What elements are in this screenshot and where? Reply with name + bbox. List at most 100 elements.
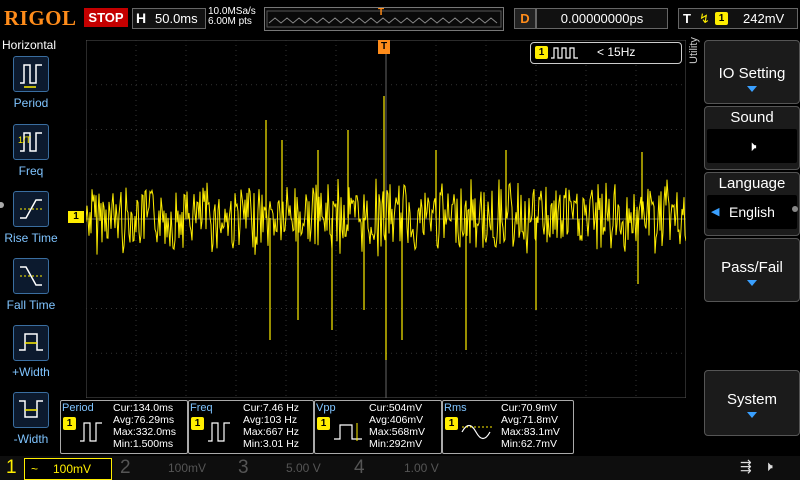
measurement-min: Min:1.500ms (113, 438, 174, 450)
measurement-max: Max:568mV (369, 426, 426, 438)
pass-fail-label: Pass/Fail (721, 259, 783, 276)
language-button[interactable]: Language ◀ English (704, 172, 800, 236)
measurement-min: Min:3.01 Hz (243, 438, 300, 450)
negative-width-label: -Width (13, 432, 49, 446)
measurement-period[interactable]: Period 1 Cur:134.0ms Avg:76.29ms Max:332… (60, 400, 188, 454)
trigger-box[interactable]: T ↯ 1 242mV (678, 8, 798, 29)
speaker-icon: 🕨 (707, 129, 797, 163)
positive-width-label: +Width (12, 365, 50, 379)
measurement-cur: Cur:134.0ms (113, 402, 174, 414)
measurement-avg: Avg:406mV (369, 414, 424, 426)
rms-icon (461, 424, 492, 440)
utility-side-label: Utility (688, 37, 700, 64)
language-value-box: ◀ English (707, 195, 797, 229)
io-setting-label: IO Setting (718, 65, 786, 82)
graticule (85, 39, 687, 399)
measurement-name: Vpp (316, 402, 336, 414)
trigger-position-marker[interactable]: T (378, 40, 390, 54)
delay-value[interactable]: 0.00000000ps (536, 8, 668, 29)
sound-label: Sound (730, 109, 774, 126)
measurement-rms[interactable]: Rms 1 Cur:70.9mV Avg:71.8mV Max:83.1mV M… (442, 400, 574, 454)
measurement-max: Max:667 Hz (243, 426, 300, 438)
period-label: Period (13, 96, 49, 110)
measurement-min: Min:62.7mV (501, 438, 558, 450)
measure-period-button[interactable]: Period (0, 56, 62, 122)
system-button[interactable]: System (704, 370, 800, 436)
pulse-icon (551, 47, 578, 59)
channel1-tab[interactable]: ~ 100mV (24, 458, 112, 480)
acquisition-info: 10.0MSa/s 6.00M pts (208, 7, 256, 27)
measurement-avg: Avg:76.29ms (113, 414, 175, 426)
channel1-scale: 100mV (53, 462, 92, 476)
measurement-name: Period (62, 402, 94, 414)
measurement-max: Max:332.0ms (113, 426, 177, 438)
language-label: Language (718, 175, 786, 192)
freq-counter-channel: 1 (535, 46, 548, 59)
rise-time-icon (13, 191, 49, 227)
trigger-edge-icon: ↯ (699, 11, 710, 26)
measurement-name: Rms (444, 402, 467, 414)
timebase-box[interactable]: H 50.0ms (132, 8, 206, 29)
fall-time-icon (13, 258, 49, 294)
speaker-mute-icon: 🕨 (764, 458, 773, 474)
negative-width-icon (13, 392, 49, 428)
channel1-offset-marker[interactable]: 1 (68, 211, 84, 223)
freq-counter-value: < 15Hz (597, 45, 636, 59)
measurement-max: Max:83.1mV (501, 426, 560, 438)
channel4-scale: 1.00 V (404, 461, 439, 475)
measure-fall-time-button[interactable]: Fall Time (0, 258, 62, 324)
waveform-display[interactable] (85, 39, 687, 399)
chevron-down-icon (747, 86, 757, 92)
measure-rise-time-button[interactable]: Rise Time (0, 191, 62, 257)
trigger-level: 242mV (743, 11, 785, 26)
period-icon (13, 56, 49, 92)
channel3-scale: 5.00 V (286, 461, 321, 475)
fall-time-label: Fall Time (6, 298, 56, 312)
vpp-icon (334, 423, 362, 441)
scroll-indicator-dot (792, 206, 798, 212)
measurement-avg: Avg:71.8mV (501, 414, 559, 426)
rigol-logo: RIGOL (4, 6, 77, 30)
sound-button[interactable]: Sound 🕨 (704, 106, 800, 170)
measurement-channel: 1 (63, 417, 76, 430)
usb-icon: ⇶ (740, 458, 752, 474)
memory-timeline[interactable]: T (264, 7, 504, 31)
chevron-left-icon: ◀ (711, 206, 720, 218)
measurement-channel: 1 (317, 417, 330, 430)
timeline-trigger-marker: T (378, 7, 385, 18)
measure-freq-button[interactable]: 1/T Freq (0, 124, 62, 190)
run-stop-status[interactable]: STOP (84, 8, 128, 27)
freq-label: Freq (18, 164, 44, 178)
channel4-tab[interactable]: 1.00 V (372, 458, 462, 478)
delay-label: D (514, 8, 536, 29)
measure-positive-width-button[interactable]: +Width (0, 325, 62, 391)
measurement-min: Min:292mV (369, 438, 423, 450)
channel1-coupling: ~ (31, 462, 39, 476)
channel2-scale: 100mV (168, 461, 207, 475)
measure-negative-width-button[interactable]: -Width (0, 392, 62, 458)
rise-time-label: Rise Time (4, 231, 58, 245)
period-icon (80, 422, 102, 442)
trigger-source-badge: 1 (715, 12, 728, 25)
channel2-tab[interactable]: 100mV (138, 458, 228, 478)
measurement-vpp[interactable]: Vpp 1 Cur:504mV Avg:406mV Max:568mV Min:… (314, 400, 442, 454)
measurement-freq[interactable]: Freq 1 Cur:7.46 Hz Avg:103 Hz Max:667 Hz… (188, 400, 314, 454)
channel3-tab[interactable]: 5.00 V (256, 458, 346, 478)
timebase-value: 50.0ms (155, 11, 198, 26)
language-value: English (729, 204, 775, 220)
measurement-cur: Cur:504mV (369, 402, 423, 414)
pass-fail-button[interactable]: Pass/Fail (704, 238, 800, 302)
measurement-name: Freq (190, 402, 213, 414)
left-measure-menu: Period 1/T Freq Rise Time Fall Time +Wid… (0, 36, 62, 456)
channel2-number: 2 (120, 457, 131, 478)
io-setting-button[interactable]: IO Setting (704, 40, 800, 104)
memory-depth: 6.00M pts (208, 16, 252, 27)
channel4-number: 4 (354, 457, 365, 478)
freq-icon (208, 422, 230, 442)
measurement-channel: 1 (445, 417, 458, 430)
measurement-channel: 1 (191, 417, 204, 430)
horizontal-label: H (136, 10, 147, 26)
measurement-cur: Cur:7.46 Hz (243, 402, 300, 414)
chevron-down-icon (747, 412, 757, 418)
measurement-cur: Cur:70.9mV (501, 402, 558, 414)
